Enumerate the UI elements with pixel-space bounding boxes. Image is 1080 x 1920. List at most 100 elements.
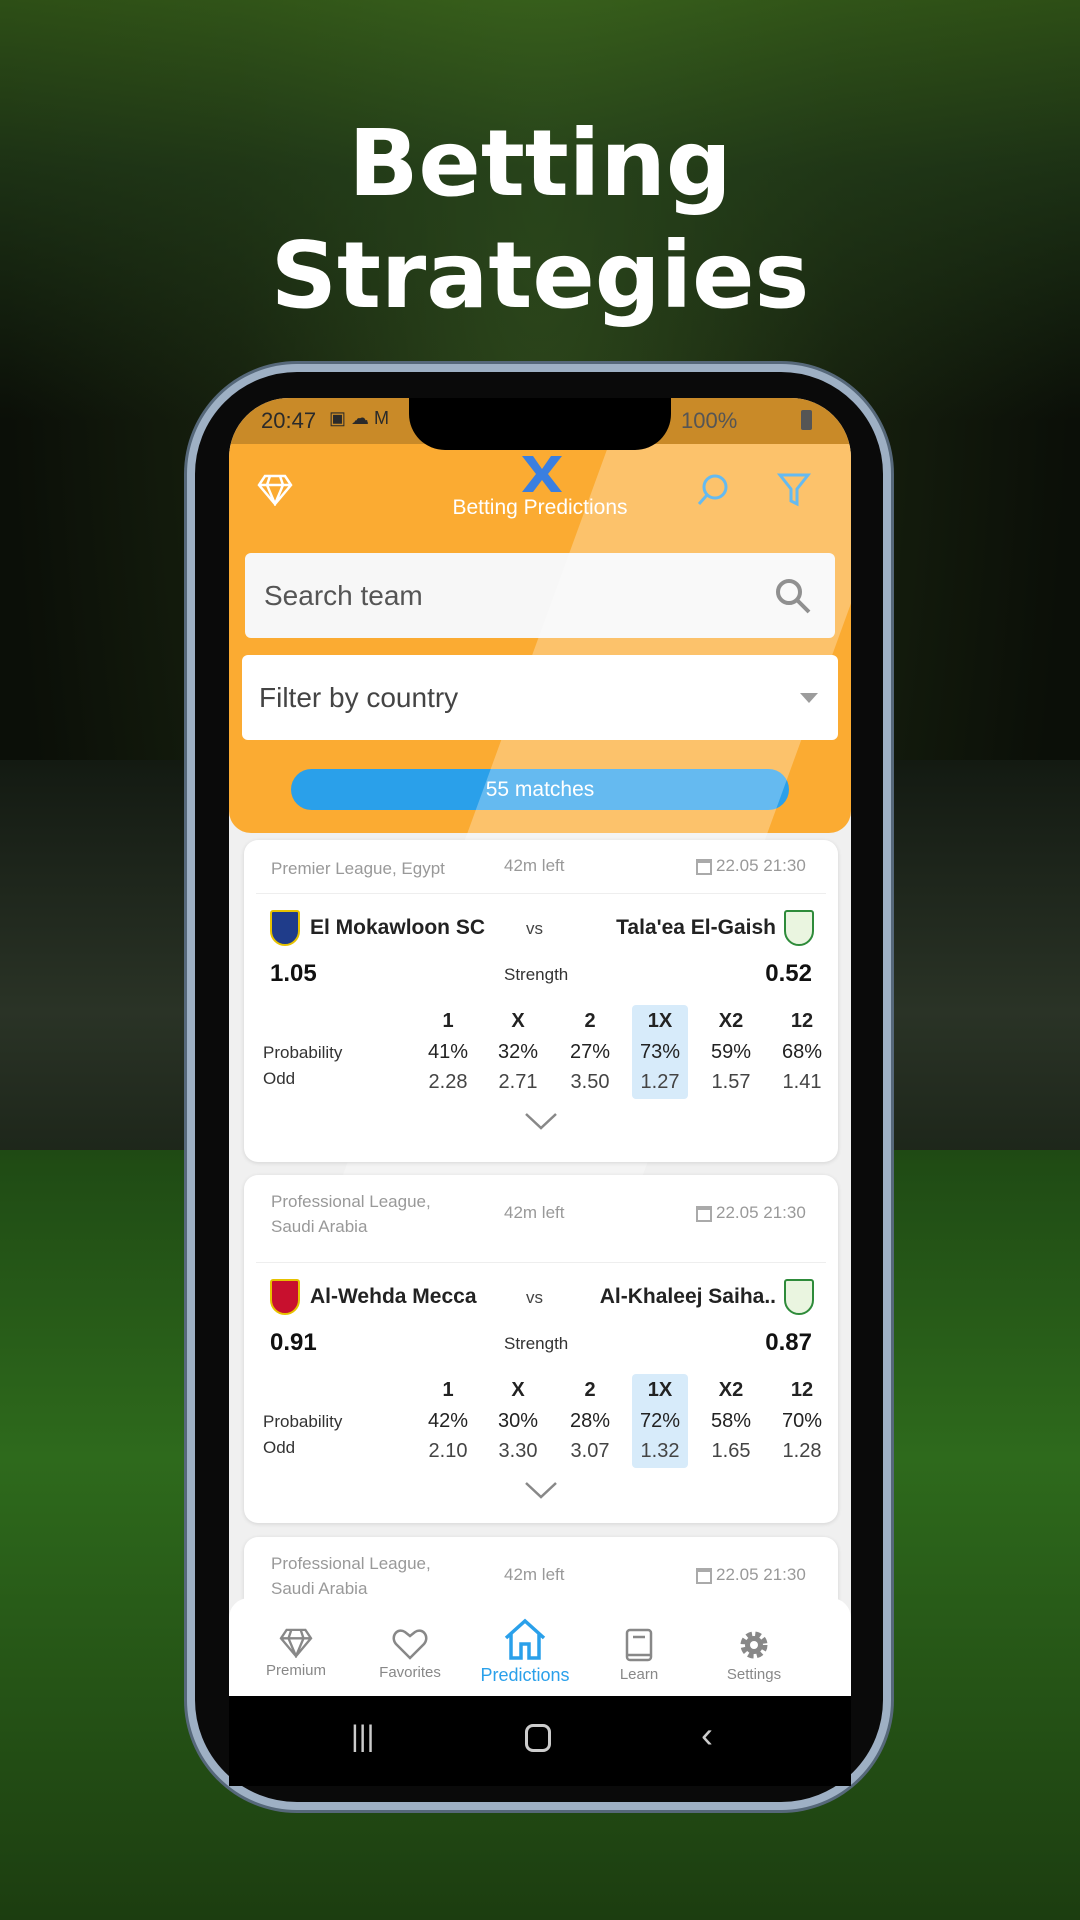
home-team: El Mokawloon SC <box>310 916 486 939</box>
outcome-header: 2 <box>584 1379 596 1401</box>
back-button[interactable]: ‹ <box>701 1714 713 1756</box>
outcome-header: 12 <box>790 1379 814 1401</box>
probability-label: Probability <box>263 1412 343 1431</box>
time-left: 42m left <box>504 1203 565 1222</box>
league-name: Professional League, Saudi Arabia <box>271 1192 431 1236</box>
headline-line-2: Strategies <box>270 222 810 329</box>
app-logo-icon <box>522 456 562 492</box>
status-notification-icons: ▣ ☁ M <box>329 408 390 428</box>
probability-label: Probability <box>263 1043 343 1062</box>
odd-value: 2.10 <box>428 1440 468 1462</box>
probability-value: 32% <box>497 1041 539 1063</box>
system-nav-bar: ||| ‹ <box>229 1696 851 1786</box>
probability-value: 70% <box>781 1410 823 1432</box>
nav-label: Favorites <box>379 1664 441 1681</box>
status-time: 20:47 <box>261 408 317 433</box>
headline-line-1: Betting <box>348 110 732 217</box>
calendar-icon <box>696 1568 712 1584</box>
nav-predictions[interactable]: Predictions <box>470 1618 580 1686</box>
nav-premium[interactable]: Premium <box>241 1628 351 1679</box>
search-placeholder: Search team <box>264 580 423 611</box>
status-battery: 100% <box>681 408 738 433</box>
nav-learn[interactable]: Learn <box>584 1628 694 1683</box>
time-left: 42m left <box>504 1565 565 1584</box>
gear-icon <box>740 1631 768 1659</box>
odd-label: Odd <box>263 1069 296 1088</box>
expand-chevron-icon[interactable] <box>524 1112 558 1130</box>
outcome-header: 1 <box>442 1379 454 1401</box>
nav-label: Settings <box>726 1666 782 1683</box>
outcome-header: 1 <box>442 1010 454 1032</box>
probability-value: 73% <box>639 1041 681 1063</box>
odd-value: 3.30 <box>498 1440 538 1462</box>
vs-label: vs <box>526 919 543 938</box>
outcome-header: 12 <box>790 1010 814 1032</box>
nav-label: Learn <box>619 1666 659 1683</box>
odd-label: Odd <box>263 1438 296 1457</box>
probability-value: 42% <box>427 1410 469 1432</box>
calendar-icon <box>696 859 712 875</box>
nav-label: Predictions <box>480 1665 570 1685</box>
away-strength: 0.87 <box>765 1329 812 1356</box>
odd-value: 3.50 <box>570 1071 610 1093</box>
camera-notch <box>409 398 671 450</box>
app-header: Betting Predictions Search team Filter b… <box>229 444 851 1344</box>
nav-settings[interactable]: Settings <box>699 1628 809 1683</box>
odd-value: 1.41 <box>782 1071 822 1093</box>
probability-value: 72% <box>639 1410 681 1432</box>
odd-value: 3.07 <box>570 1440 610 1462</box>
odd-value: 1.28 <box>782 1440 822 1462</box>
probability-value: 30% <box>497 1410 539 1432</box>
time-left: 42m left <box>504 856 565 875</box>
strength-label: Strength <box>504 1334 569 1353</box>
home-icon <box>504 1618 546 1660</box>
outcome-header: 2 <box>584 1010 596 1032</box>
battery-icon <box>801 410 812 430</box>
home-team-crest <box>270 910 300 946</box>
probability-value: 58% <box>710 1410 752 1432</box>
outcome-header: X2 <box>718 1010 744 1032</box>
away-team-crest <box>784 910 814 946</box>
match-date: 22.05 21:30 <box>716 1565 806 1584</box>
match-card[interactable]: Professional League, Saudi Arabia 42m le… <box>244 1175 838 1523</box>
bottom-nav: Premium Favorites Predictions Learn Sett… <box>229 1598 851 1696</box>
odd-value: 2.71 <box>498 1071 538 1093</box>
nav-favorites[interactable]: Favorites <box>355 1628 465 1681</box>
outcome-header: X <box>511 1010 525 1032</box>
away-team: Al-Khaleej Saiha.. <box>599 1285 776 1308</box>
diamond-icon <box>279 1628 313 1660</box>
heart-icon <box>392 1629 428 1660</box>
expand-chevron-icon[interactable] <box>524 1481 558 1499</box>
odd-value: 1.27 <box>640 1071 680 1093</box>
match-card[interactable]: Premier League, Egypt 42m left 22.05 21:… <box>244 840 838 1162</box>
home-team: Al-Wehda Mecca <box>310 1285 477 1308</box>
filter-placeholder: Filter by country <box>259 682 459 713</box>
outcome-header: 1X <box>647 1379 673 1401</box>
strength-label: Strength <box>504 965 569 984</box>
match-date: 22.05 21:30 <box>716 856 806 875</box>
calendar-icon <box>696 1206 712 1222</box>
odd-value: 2.28 <box>428 1071 468 1093</box>
match-date: 22.05 21:30 <box>716 1203 806 1222</box>
probability-value: 59% <box>710 1041 752 1063</box>
outcome-header: X2 <box>718 1379 744 1401</box>
app-screen: Betting Predictions Search team Filter b… <box>229 398 851 1696</box>
vs-label: vs <box>526 1288 543 1307</box>
probability-value: 27% <box>569 1041 611 1063</box>
odd-value: 1.57 <box>711 1071 751 1093</box>
league-name: Premier League, Egypt <box>271 859 445 878</box>
probability-value: 28% <box>569 1410 611 1432</box>
outcome-header: X <box>511 1379 525 1401</box>
away-team-crest <box>784 1279 814 1315</box>
odd-value: 1.32 <box>640 1440 680 1462</box>
probability-value: 41% <box>427 1041 469 1063</box>
recent-apps-button[interactable]: ||| <box>351 1720 374 1754</box>
home-button[interactable] <box>525 1724 551 1752</box>
away-team: Tala'ea El-Gaish <box>616 916 776 939</box>
outcome-header: 1X <box>647 1010 673 1032</box>
headline: Betting Strategies <box>0 108 1080 332</box>
nav-label: Premium <box>265 1662 326 1679</box>
divider <box>256 893 826 894</box>
home-strength: 1.05 <box>270 960 317 987</box>
odd-value: 1.65 <box>711 1440 751 1462</box>
